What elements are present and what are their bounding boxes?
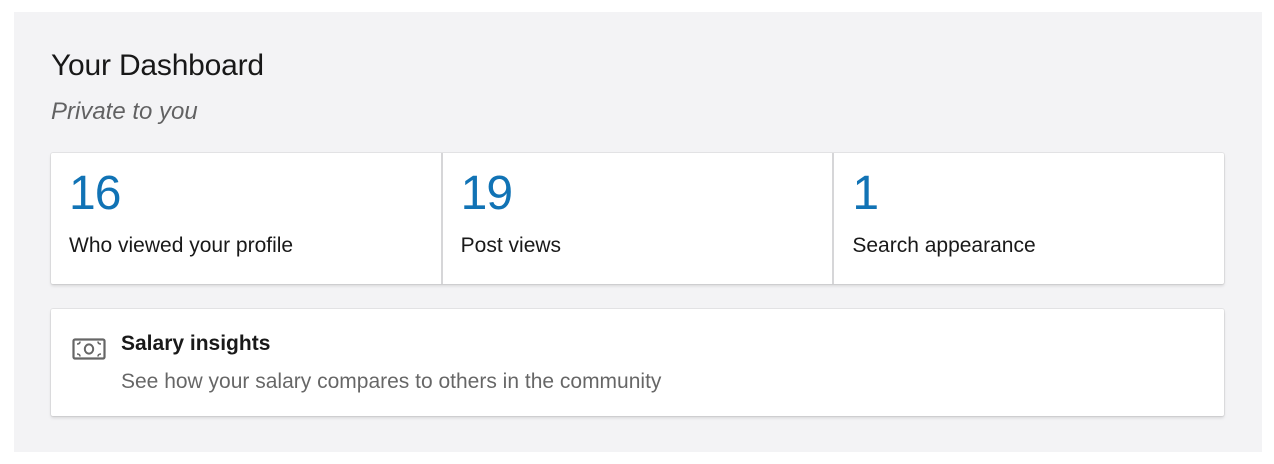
dashboard-subtitle: Private to you	[51, 98, 198, 125]
stat-value: 16	[69, 167, 121, 220]
stat-post-views[interactable]: 19 Post views	[440, 153, 833, 284]
stat-profile-viewers[interactable]: 16 Who viewed your profile	[51, 153, 441, 284]
salary-insights-description: See how your salary compares to others i…	[121, 370, 662, 393]
salary-insights-title: Salary insights	[121, 332, 271, 355]
salary-insights-card[interactable]: Salary insights See how your salary comp…	[51, 309, 1224, 416]
stat-label: Search appearance	[852, 234, 1036, 257]
stat-search-appearance[interactable]: 1 Search appearance	[832, 153, 1224, 284]
stat-label: Who viewed your profile	[69, 234, 294, 257]
stat-value: 19	[460, 167, 513, 220]
stat-value: 1	[852, 167, 879, 220]
dashboard-panel: Your Dashboard Private to you 16 Who vie…	[14, 12, 1262, 452]
stats-card: 16 Who viewed your profile 19 Post views…	[51, 153, 1224, 284]
dashboard-title: Your Dashboard	[51, 49, 264, 82]
stat-label: Post views	[460, 234, 562, 257]
money-bill-icon	[72, 338, 106, 360]
